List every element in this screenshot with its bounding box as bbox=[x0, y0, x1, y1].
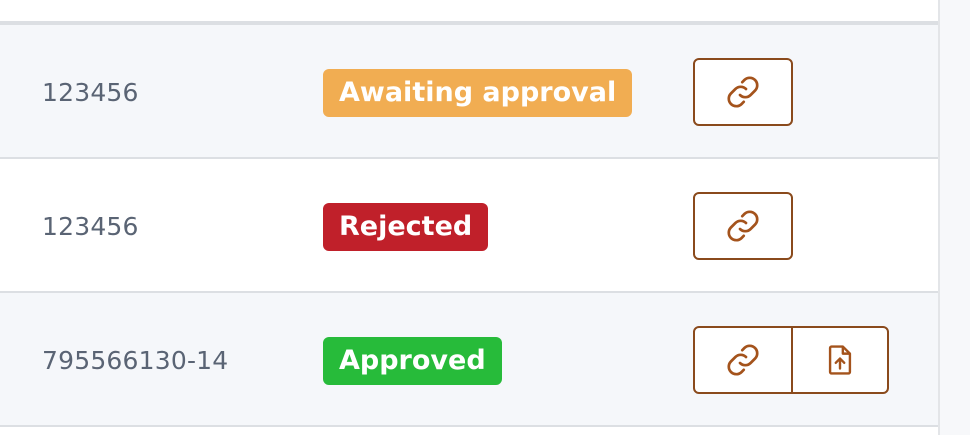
status-badge: Rejected bbox=[323, 203, 489, 251]
upload-file-button[interactable] bbox=[791, 328, 887, 392]
table-row-partial bbox=[0, 425, 938, 435]
order-id: 123456 bbox=[42, 78, 139, 107]
orders-table: 123456 Awaiting approval 123456 Rejected bbox=[0, 0, 938, 435]
order-id: 123456 bbox=[42, 212, 139, 241]
order-id: 795566130-14 bbox=[42, 346, 229, 375]
file-upload-icon bbox=[828, 345, 852, 375]
status-badge: Approved bbox=[323, 337, 502, 385]
table-row: 123456 Rejected bbox=[0, 157, 938, 292]
table-row: 795566130-14 Approved bbox=[0, 291, 938, 426]
table-row-partial bbox=[0, 0, 938, 23]
row-actions bbox=[693, 192, 793, 260]
copy-link-button[interactable] bbox=[695, 60, 791, 124]
table-row: 123456 Awaiting approval bbox=[0, 23, 938, 158]
status-badge: Awaiting approval bbox=[323, 69, 633, 117]
copy-link-button[interactable] bbox=[695, 328, 791, 392]
scrollbar-track[interactable] bbox=[938, 0, 970, 435]
row-actions bbox=[693, 58, 793, 126]
row-actions bbox=[693, 326, 889, 394]
link-icon bbox=[727, 76, 759, 108]
orders-table-view: 123456 Awaiting approval 123456 Rejected bbox=[0, 0, 970, 435]
copy-link-button[interactable] bbox=[695, 194, 791, 258]
link-icon bbox=[727, 210, 759, 242]
link-icon bbox=[727, 344, 759, 376]
